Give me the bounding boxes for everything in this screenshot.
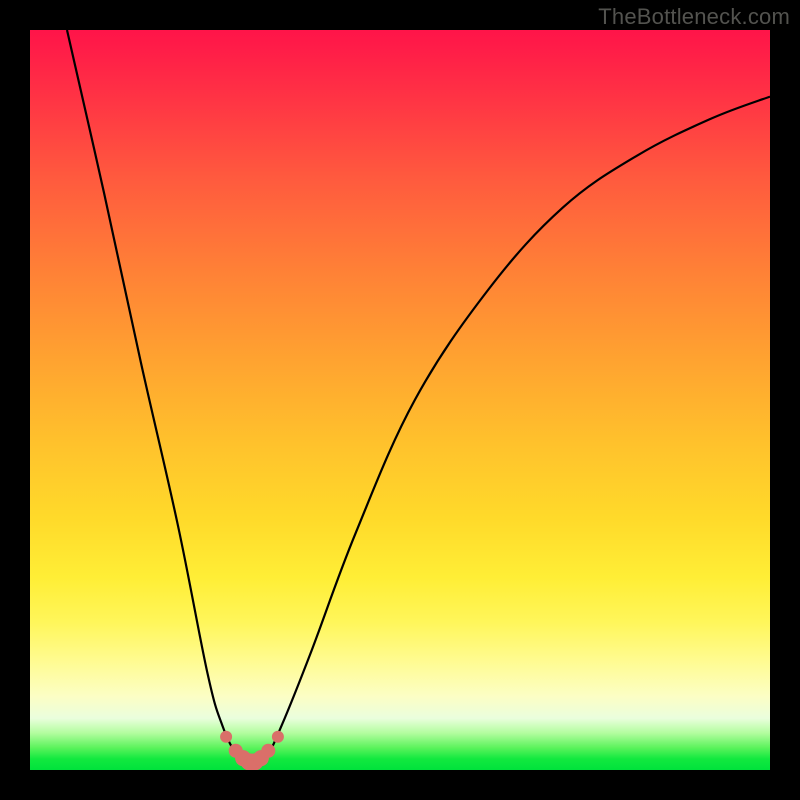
valley-marker <box>243 754 261 770</box>
valley-marker <box>253 750 269 766</box>
valley-marker <box>246 753 263 770</box>
plot-area <box>30 30 770 770</box>
valley-marker <box>229 744 243 758</box>
valley-marker <box>235 750 251 766</box>
valley-marker <box>220 731 232 743</box>
watermark-text: TheBottleneck.com <box>598 4 790 30</box>
valley-marker <box>272 731 284 743</box>
markers-group <box>220 731 284 770</box>
valley-marker <box>241 753 258 770</box>
valley-markers <box>30 30 770 770</box>
valley-marker <box>261 744 275 758</box>
bottleneck-curve <box>30 30 770 770</box>
curve-path <box>67 30 770 763</box>
chart-container: TheBottleneck.com <box>0 0 800 800</box>
